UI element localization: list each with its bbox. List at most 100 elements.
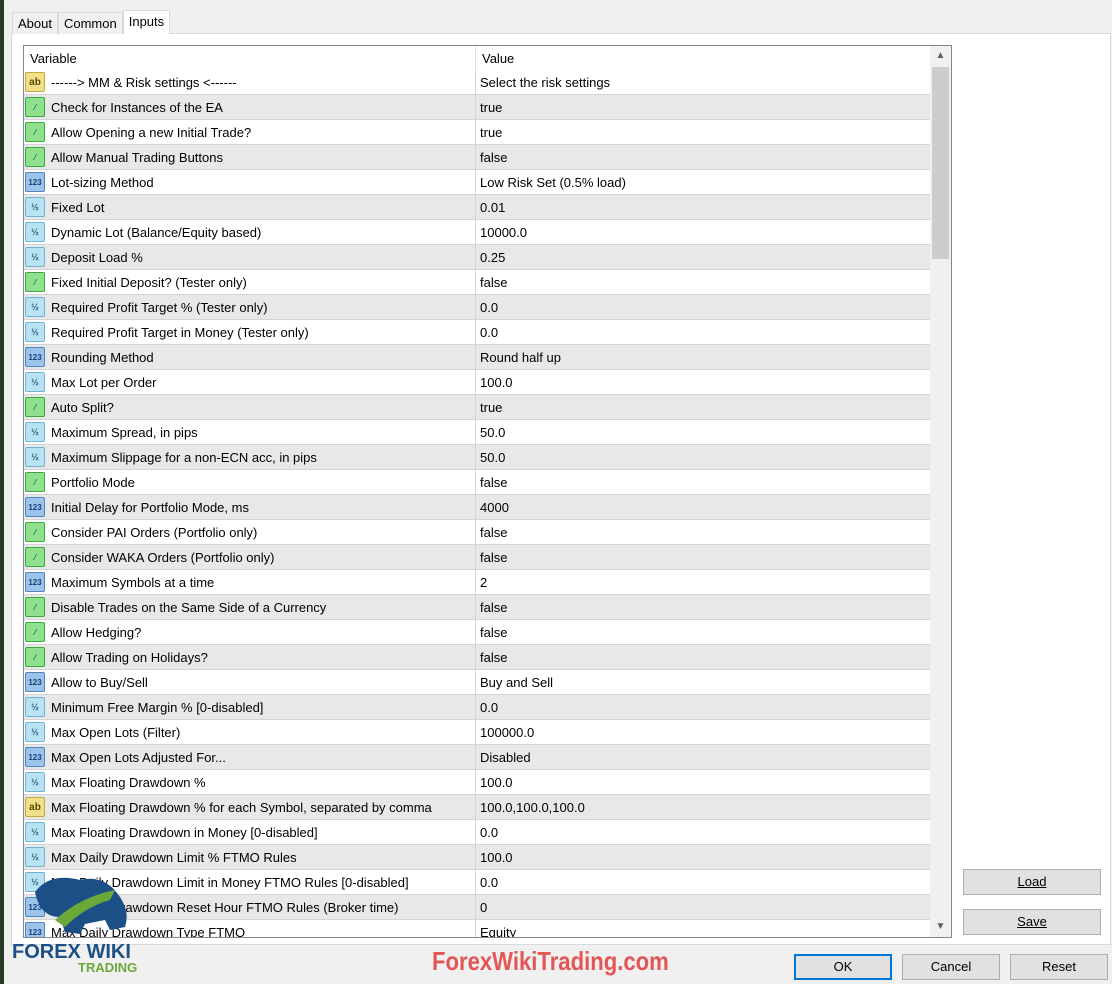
value-cell[interactable]: false (476, 275, 507, 290)
bool-type-icon: ⁄ (25, 272, 45, 292)
value-cell[interactable]: 50.0 (476, 425, 505, 440)
string-type-icon: ab (25, 797, 45, 817)
value-cell[interactable]: Equity (476, 925, 516, 938)
value-cell[interactable]: 2 (476, 575, 487, 590)
table-row[interactable]: ⁄ Consider WAKA Orders (Portfolio only) fa… (24, 545, 930, 570)
value-cell[interactable]: true (476, 100, 502, 115)
table-row[interactable]: 123 Initial Delay for Portfolio Mode, ms 4… (24, 495, 930, 520)
value-cell[interactable]: 50.0 (476, 450, 505, 465)
variable-name: Minimum Free Margin % [0-disabled] (51, 699, 264, 715)
table-row[interactable]: ⁄ Consider PAI Orders (Portfolio only) fal… (24, 520, 930, 545)
column-header-variable[interactable]: Variable (24, 46, 476, 70)
value-cell[interactable]: 0.0 (476, 300, 498, 315)
variable-name: Fixed Lot (51, 199, 105, 215)
value-cell[interactable]: 100.0 (476, 375, 513, 390)
table-row[interactable]: ½ Max Floating Drawdown in Money [0-disab… (24, 820, 930, 845)
table-row[interactable]: ½ Deposit Load % 0.25 (24, 245, 930, 270)
scroll-up-arrow-icon[interactable]: ▲ (930, 46, 951, 66)
variable-cell: ⁄ Allow Trading on Holidays? (24, 645, 476, 669)
inputs-list: Variable Value ab ------> MM & Risk setti… (23, 45, 952, 938)
tab-common[interactable]: Common (57, 12, 123, 34)
table-row[interactable]: ⁄ Disable Trades on the Same Side of a Cu… (24, 595, 930, 620)
value-cell[interactable]: Round half up (476, 350, 561, 365)
value-cell[interactable]: 0.25 (476, 250, 505, 265)
value-cell[interactable]: Low Risk Set (0.5% load) (476, 175, 626, 190)
scroll-down-arrow-icon[interactable]: ▼ (930, 917, 951, 937)
variable-name: Maximum Symbols at a time (51, 574, 215, 590)
table-row[interactable]: ½ Max Floating Drawdown % 100.0 (24, 770, 930, 795)
value-cell[interactable]: 0.01 (476, 200, 505, 215)
table-row[interactable]: ½ Minimum Free Margin % [0-disabled] 0.0 (24, 695, 930, 720)
value-cell[interactable]: 4000 (476, 500, 509, 515)
tab-inputs[interactable]: Inputs (122, 10, 171, 34)
value-cell[interactable]: Select the risk settings (476, 75, 610, 90)
value-cell[interactable]: 100000.0 (476, 725, 534, 740)
table-row[interactable]: ab ------> MM & Risk settings <------ Sele… (24, 70, 930, 95)
value-cell[interactable]: 0 (476, 900, 487, 915)
value-cell[interactable]: false (476, 150, 507, 165)
table-row[interactable]: ⁄ Allow Hedging? false (24, 620, 930, 645)
value-cell[interactable]: Disabled (476, 750, 531, 765)
value-cell[interactable]: false (476, 525, 507, 540)
value-cell[interactable]: 100.0 (476, 775, 513, 790)
double-type-icon: ½ (25, 372, 45, 392)
table-row[interactable]: ½ Maximum Slippage for a non-ECN acc, in … (24, 445, 930, 470)
variable-name: Max Floating Drawdown % (51, 774, 206, 790)
value-cell[interactable]: false (476, 475, 507, 490)
value-cell[interactable]: false (476, 625, 507, 640)
vertical-scrollbar[interactable]: ▲ ▼ (930, 46, 951, 937)
value-cell[interactable]: 0.0 (476, 700, 498, 715)
double-type-icon: ½ (25, 297, 45, 317)
tab-about[interactable]: About (12, 12, 58, 34)
value-cell[interactable]: 0.0 (476, 875, 498, 890)
save-button[interactable]: Save (963, 909, 1101, 935)
double-type-icon: ½ (25, 822, 45, 842)
load-button[interactable]: Load (963, 869, 1101, 895)
bull-logo-icon: FOREX WIKI TRADING (12, 877, 137, 975)
table-row[interactable]: ½ Maximum Spread, in pips 50.0 (24, 420, 930, 445)
bool-type-icon: ⁄ (25, 622, 45, 642)
table-row[interactable]: ⁄ Fixed Initial Deposit? (Tester only) fal… (24, 270, 930, 295)
table-row[interactable]: ½ Required Profit Target in Money (Tester… (24, 320, 930, 345)
value-cell[interactable]: 10000.0 (476, 225, 527, 240)
reset-button[interactable]: Reset (1010, 954, 1108, 980)
value-cell[interactable]: false (476, 650, 507, 665)
column-header-value[interactable]: Value (476, 46, 931, 70)
value-cell[interactable]: false (476, 550, 507, 565)
table-row[interactable]: ⁄ Check for Instances of the EA true (24, 95, 930, 120)
variable-name: Initial Delay for Portfolio Mode, ms (51, 499, 249, 515)
value-cell[interactable]: 0.0 (476, 325, 498, 340)
table-row[interactable]: ½ Required Profit Target % (Tester only) 0… (24, 295, 930, 320)
table-row[interactable]: 123 Maximum Symbols at a time 2 (24, 570, 930, 595)
scrollbar-thumb[interactable] (932, 67, 949, 259)
table-row[interactable]: ½ Max Daily Drawdown Limit % FTMO Rules 10… (24, 845, 930, 870)
table-row[interactable]: ⁄ Allow Opening a new Initial Trade? true (24, 120, 930, 145)
table-row[interactable]: 123 Rounding Method Round half up (24, 345, 930, 370)
table-row[interactable]: ½ Fixed Lot 0.01 (24, 195, 930, 220)
value-cell[interactable]: 100.0,100.0,100.0 (476, 800, 585, 815)
table-row[interactable]: ⁄ Auto Split? true (24, 395, 930, 420)
table-row[interactable]: 123 Allow to Buy/Sell Buy and Sell (24, 670, 930, 695)
bool-type-icon: ⁄ (25, 122, 45, 142)
table-row[interactable]: 123 Lot-sizing Method Low Risk Set (0.5% l… (24, 170, 930, 195)
value-cell[interactable]: 0.0 (476, 825, 498, 840)
variable-name: Maximum Slippage for a non-ECN acc, in p… (51, 449, 317, 465)
value-cell[interactable]: false (476, 600, 507, 615)
table-row[interactable]: ab Max Floating Drawdown % for each Symbo… (24, 795, 930, 820)
variable-cell: ⁄ Consider WAKA Orders (Portfolio only) (24, 545, 476, 569)
table-row[interactable]: ½ Max Lot per Order 100.0 (24, 370, 930, 395)
table-row[interactable]: ½ Dynamic Lot (Balance/Equity based) 10000… (24, 220, 930, 245)
cancel-button[interactable]: Cancel (902, 954, 1000, 980)
table-row[interactable]: ⁄ Allow Trading on Holidays? false (24, 645, 930, 670)
value-cell[interactable]: true (476, 400, 502, 415)
value-cell[interactable]: Buy and Sell (476, 675, 553, 690)
value-cell[interactable]: true (476, 125, 502, 140)
ok-button[interactable]: OK (794, 954, 892, 980)
value-cell[interactable]: 100.0 (476, 850, 513, 865)
table-row[interactable]: ⁄ Portfolio Mode false (24, 470, 930, 495)
variable-name: Required Profit Target in Money (Tester … (51, 324, 309, 340)
table-row[interactable]: 123 Max Open Lots Adjusted For... Disabled (24, 745, 930, 770)
table-row[interactable]: ½ Max Open Lots (Filter) 100000.0 (24, 720, 930, 745)
tab-bar: About Common Inputs (12, 10, 171, 34)
table-row[interactable]: ⁄ Allow Manual Trading Buttons false (24, 145, 930, 170)
